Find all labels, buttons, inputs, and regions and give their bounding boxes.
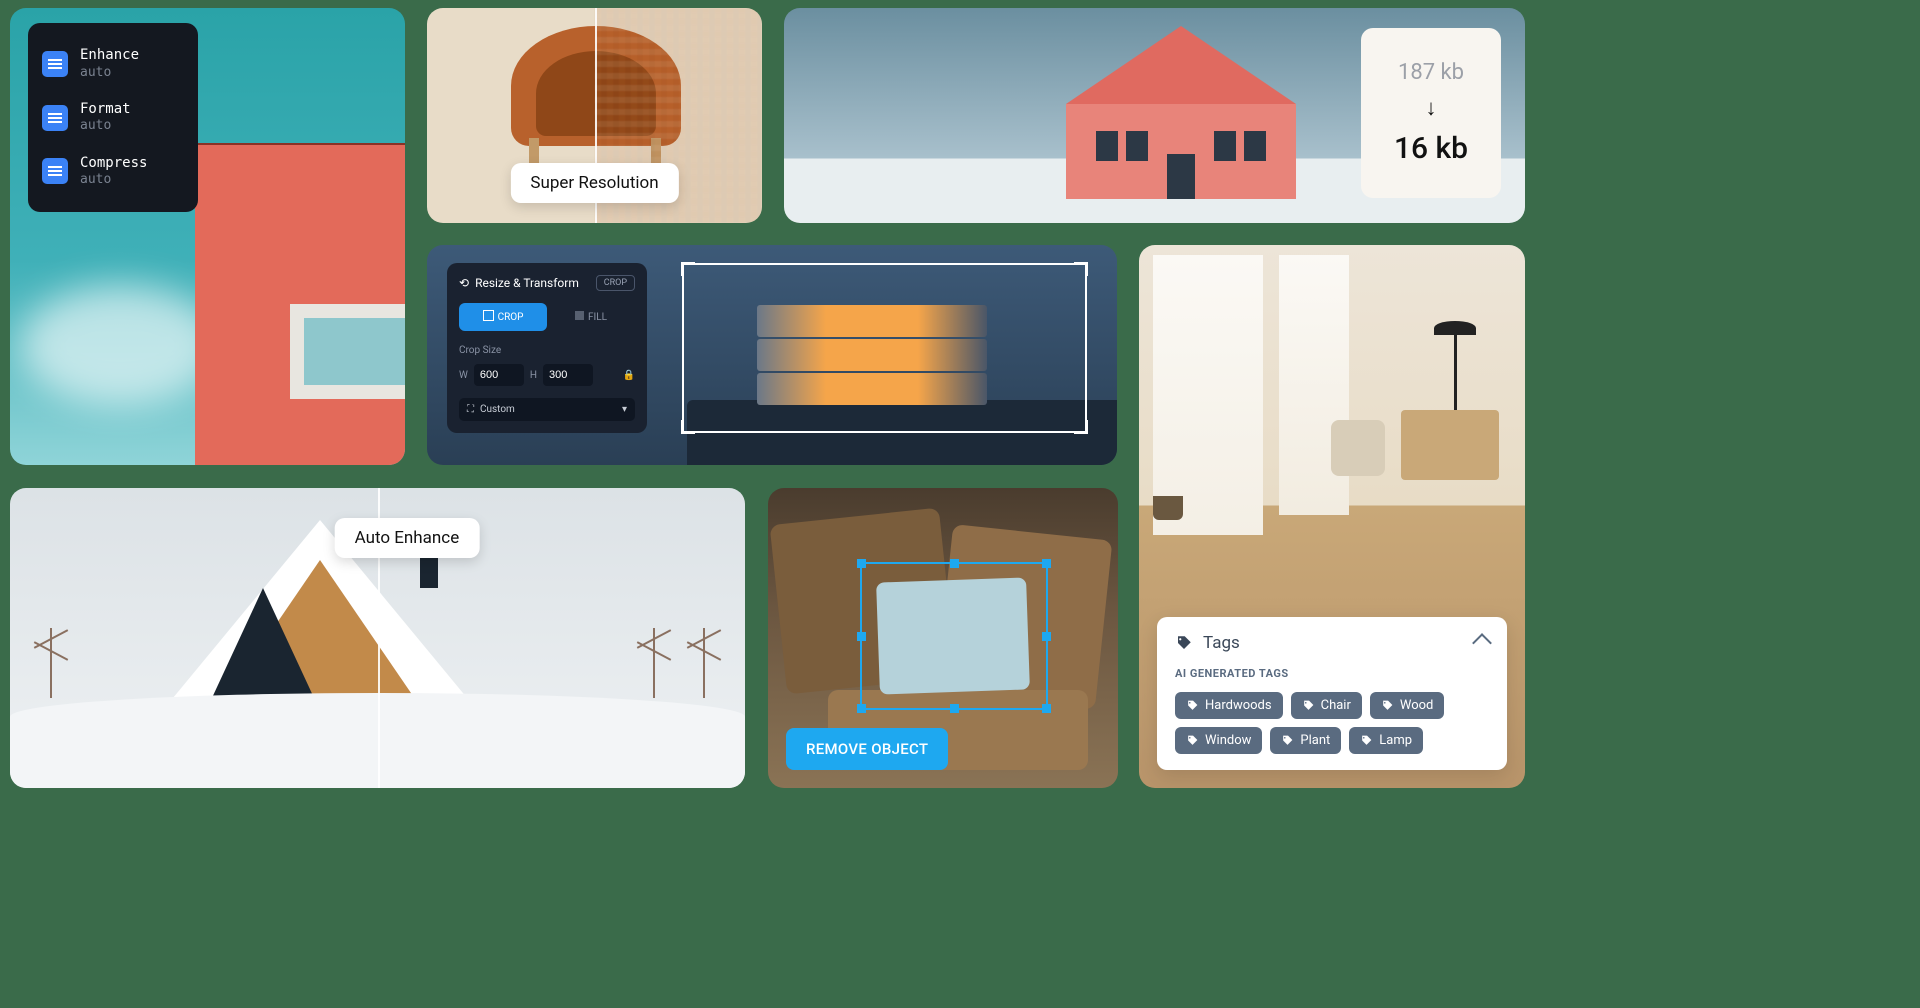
tree-decor (703, 628, 705, 698)
list-icon (42, 105, 68, 131)
tags-title: Tags (1203, 633, 1240, 653)
cloud-decor (20, 285, 220, 405)
crop-icon (483, 310, 494, 324)
transform-icon: ⟲ (459, 276, 469, 290)
settings-panel: Enhance auto Format auto Compress auto (28, 23, 198, 212)
crop-panel: ⟲ Resize & Transform CROP CROP FILL Crop… (447, 263, 647, 433)
settings-label: Format (80, 101, 131, 119)
settings-row-compress[interactable]: Compress auto (42, 145, 184, 199)
fill-icon (575, 311, 584, 323)
crop-card: ⟲ Resize & Transform CROP CROP FILL Crop… (427, 245, 1117, 465)
tag-text: Hardwoods (1205, 698, 1272, 713)
remove-object-button[interactable]: REMOVE OBJECT (786, 728, 948, 770)
tree-decor (653, 628, 655, 698)
tab-crop[interactable]: CROP (459, 303, 547, 331)
width-input[interactable] (474, 364, 524, 386)
height-input[interactable] (543, 364, 593, 386)
lamp-decor (1454, 327, 1457, 411)
settings-row-format[interactable]: Format auto (42, 91, 184, 145)
remove-object-card: REMOVE OBJECT (768, 488, 1118, 788)
tags-list: Hardwoods Chair Wood Window Plant Lamp (1175, 692, 1489, 754)
crop-title-text: Resize & Transform (475, 276, 579, 290)
window-decor (1279, 255, 1349, 515)
tags-panel: Tags AI GENERATED TAGS Hardwoods Chair W… (1157, 617, 1507, 770)
arrow-down-icon: ↓ (1426, 95, 1437, 121)
tag-text: Lamp (1379, 733, 1412, 748)
width-label: W (459, 370, 468, 381)
tag-chip[interactable]: Lamp (1349, 727, 1423, 754)
crop-panel-title: ⟲ Resize & Transform (459, 276, 579, 290)
filesize-badge: 187 kb ↓ 16 kb (1361, 28, 1501, 198)
crop-size-label: Crop Size (459, 345, 635, 356)
settings-label: Compress (80, 155, 147, 173)
tab-crop-label: CROP (498, 312, 524, 323)
tag-chip[interactable]: Hardwoods (1175, 692, 1283, 719)
tag-chip[interactable]: Window (1175, 727, 1262, 754)
expand-icon: ⛶ (467, 404, 474, 415)
chevron-down-icon: ▾ (622, 404, 627, 415)
enhance-card: Enhance auto Format auto Compress auto (10, 8, 405, 465)
crop-frame[interactable] (682, 263, 1087, 433)
list-icon (42, 51, 68, 77)
tree-decor (50, 628, 52, 698)
settings-row-enhance[interactable]: Enhance auto (42, 37, 184, 91)
tag-text: Chair (1321, 698, 1351, 713)
auto-enhance-card: Auto Enhance (10, 488, 745, 788)
auto-enhance-label: Auto Enhance (335, 518, 480, 558)
settings-value: auto (80, 65, 139, 81)
crop-preset-label: Custom (480, 404, 515, 415)
selection-box[interactable] (860, 562, 1048, 710)
tag-chip[interactable]: Wood (1370, 692, 1445, 719)
tab-fill[interactable]: FILL (547, 303, 635, 331)
plant-decor (1143, 450, 1193, 520)
tag-icon (1175, 634, 1193, 652)
cabin-decor (1066, 26, 1296, 199)
tags-card: Tags AI GENERATED TAGS Hardwoods Chair W… (1139, 245, 1525, 788)
super-resolution-card: Super Resolution (427, 8, 762, 223)
crop-preset-select[interactable]: ⛶ Custom ▾ (459, 398, 635, 421)
crop-badge: CROP (596, 275, 635, 291)
tag-chip[interactable]: Plant (1270, 727, 1341, 754)
size-after: 16 kb (1394, 131, 1468, 166)
armchair-decor (1331, 420, 1385, 476)
super-resolution-label: Super Resolution (510, 163, 678, 203)
tags-subtitle: AI GENERATED TAGS (1175, 667, 1489, 680)
tag-text: Plant (1300, 733, 1330, 748)
tab-fill-label: FILL (588, 312, 607, 323)
tag-chip[interactable]: Chair (1291, 692, 1362, 719)
window-decor (290, 304, 405, 399)
settings-value: auto (80, 172, 147, 188)
chevron-up-icon[interactable] (1472, 633, 1492, 653)
compress-card: 187 kb ↓ 16 kb (784, 8, 1525, 223)
settings-value: auto (80, 118, 131, 134)
tag-text: Window (1205, 733, 1251, 748)
tag-text: Wood (1400, 698, 1434, 713)
settings-label: Enhance (80, 47, 139, 65)
dresser-decor (1401, 410, 1499, 480)
height-label: H (530, 370, 537, 381)
size-before: 187 kb (1398, 60, 1464, 85)
lock-icon[interactable]: 🔒 (623, 370, 635, 381)
list-icon (42, 158, 68, 184)
